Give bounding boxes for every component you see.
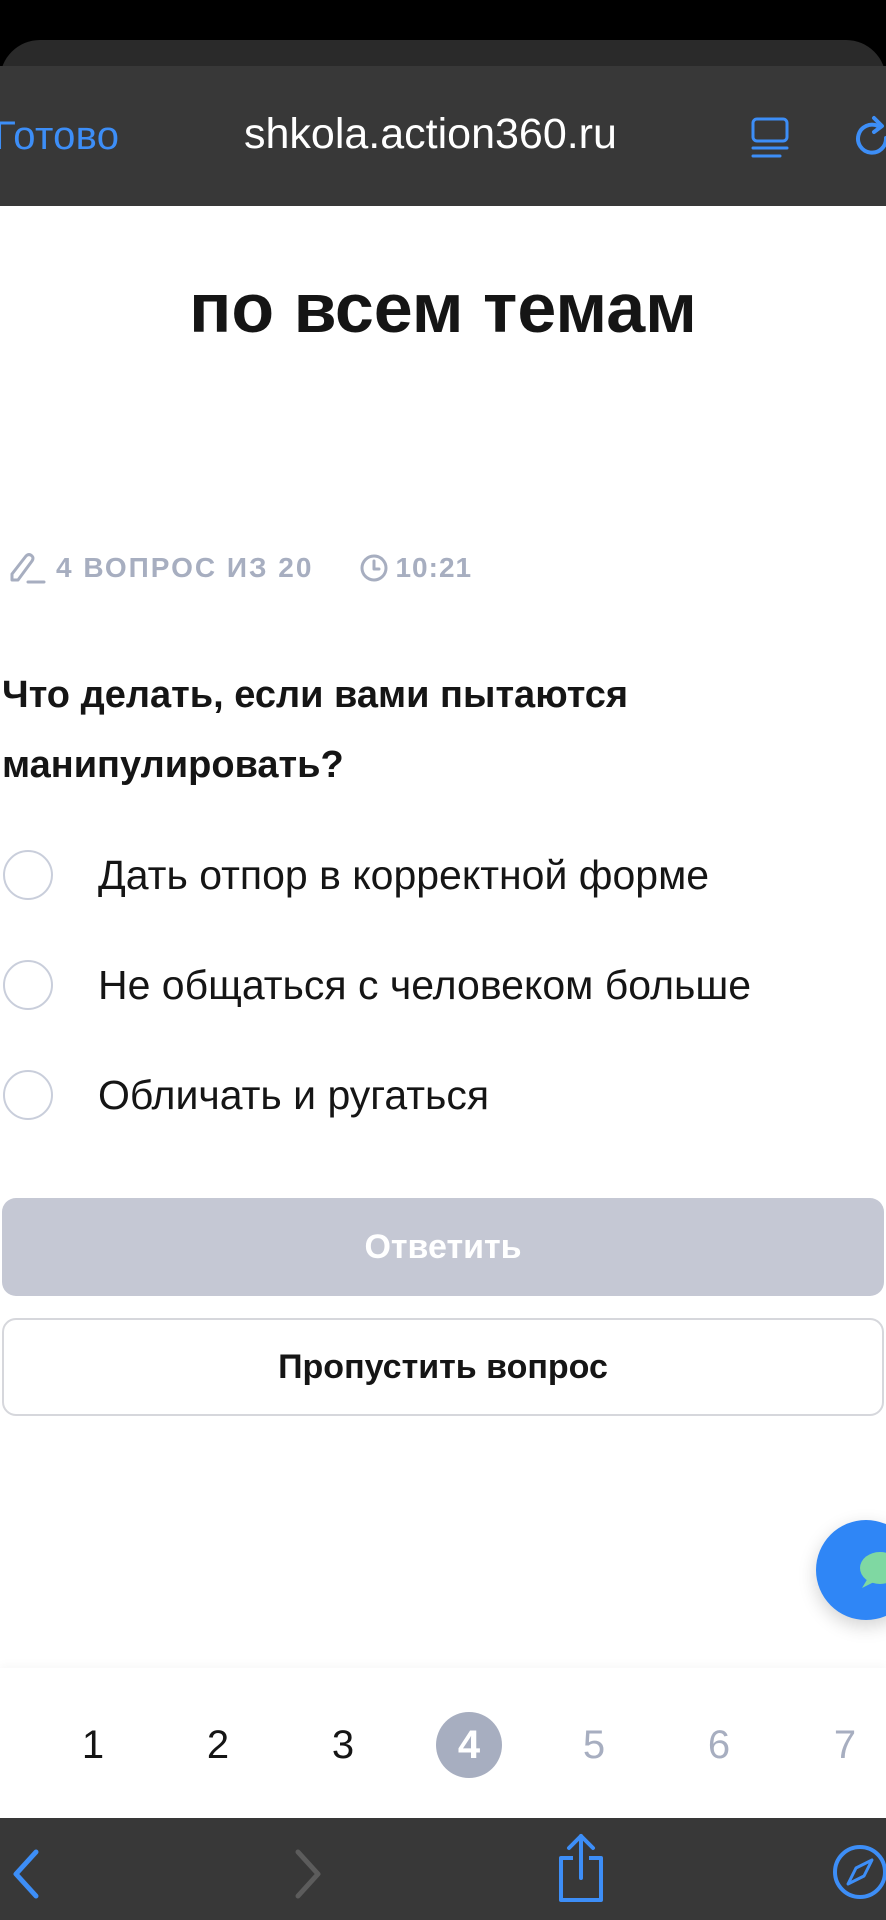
pencil-icon	[10, 553, 46, 584]
radio-button[interactable]	[3, 850, 53, 900]
question-text: Что делать, если вами пытаются манипулир…	[2, 674, 629, 786]
answer-option[interactable]: Обличать и ругаться	[0, 1065, 489, 1125]
chat-button[interactable]	[816, 1520, 886, 1620]
radio-button[interactable]	[3, 1070, 53, 1120]
page-title-clipped: Заключительный тест	[0, 206, 886, 256]
page-number[interactable]: 3	[310, 1712, 376, 1778]
page-number[interactable]: 5	[561, 1712, 627, 1778]
browser-bottom-toolbar	[0, 1818, 886, 1920]
address-bar-url[interactable]: shkola.action360.ru	[244, 110, 617, 159]
clock-icon	[360, 554, 388, 582]
done-button[interactable]: Готово	[0, 114, 119, 159]
chevron-left-icon[interactable]	[8, 1846, 44, 1902]
answer-option[interactable]: Дать отпор в корректной форме	[0, 845, 709, 905]
page-number[interactable]: 1	[60, 1712, 126, 1778]
quiz-meta: 4 ВОПРОС ИЗ 20 10:21	[0, 548, 472, 588]
reader-mode-icon[interactable]	[750, 116, 790, 160]
chevron-right-icon[interactable]	[290, 1846, 326, 1902]
reload-icon[interactable]	[848, 114, 886, 164]
share-icon[interactable]	[555, 1832, 607, 1904]
page-title-line1: Заключительный тест	[0, 206, 886, 218]
question-progress: 4 ВОПРОС ИЗ 20	[56, 552, 314, 583]
answer-option[interactable]: Не общаться с человеком больше	[0, 955, 751, 1015]
skip-question-button[interactable]: Пропустить вопрос	[2, 1318, 884, 1416]
page-number[interactable]: 7	[812, 1712, 878, 1778]
page-number-current[interactable]: 4	[436, 1712, 502, 1778]
radio-button[interactable]	[3, 960, 53, 1010]
compass-icon[interactable]	[830, 1842, 886, 1902]
question-pagination: 1 2 3 4 5 6 7	[0, 1668, 886, 1818]
answer-option-label: Обличать и ругаться	[98, 1071, 490, 1118]
web-page: Заключительный тест по всем темам 4 ВОПР…	[0, 0, 886, 1920]
page-title-line2: по всем темам	[189, 269, 697, 347]
timer: 10:21	[395, 552, 473, 583]
answer-option-label: Дать отпор в корректной форме	[98, 851, 710, 898]
answer-button[interactable]: Ответить	[2, 1198, 884, 1296]
screen: Заключительный тест по всем темам 4 ВОПР…	[0, 0, 886, 1920]
page-number[interactable]: 6	[686, 1712, 752, 1778]
page-number[interactable]: 2	[185, 1712, 251, 1778]
browser-top-bar: Готово shkola.action360.ru	[0, 66, 886, 206]
chat-bubble-icon	[860, 1552, 886, 1588]
answer-option-label: Не общаться с человеком больше	[98, 961, 752, 1008]
